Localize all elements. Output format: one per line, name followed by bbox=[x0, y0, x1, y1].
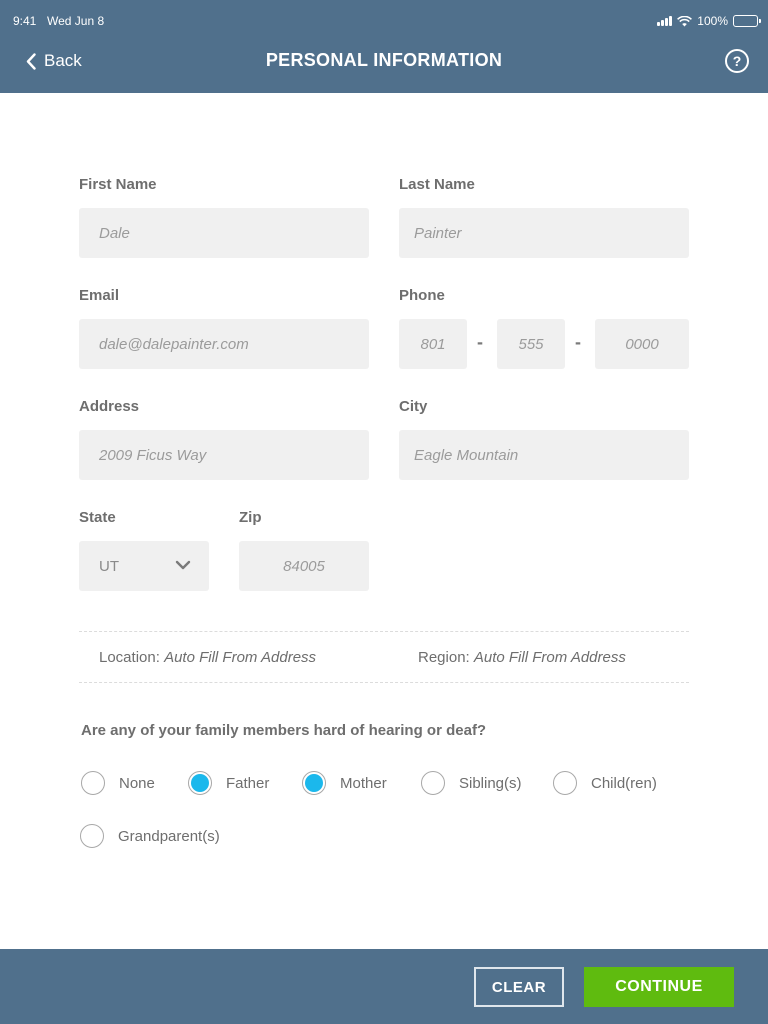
chevron-down-icon bbox=[175, 560, 191, 570]
state-select[interactable]: UT bbox=[79, 541, 209, 591]
radio-mother[interactable]: Mother bbox=[302, 771, 387, 795]
autofill-section: Location: Auto Fill From Address Region:… bbox=[79, 631, 689, 683]
address-label: Address bbox=[79, 398, 140, 415]
location-readout: Location: Auto Fill From Address bbox=[99, 649, 316, 666]
radio-circle bbox=[553, 771, 577, 795]
state-label: State bbox=[79, 509, 116, 526]
phone-prefix-placeholder: 555 bbox=[518, 335, 544, 353]
first-name-input[interactable]: Dale bbox=[79, 208, 369, 258]
zip-label: Zip bbox=[239, 509, 262, 526]
region-label: Region: bbox=[418, 649, 470, 666]
address-placeholder: 2009 Ficus Way bbox=[99, 446, 207, 464]
phone-area-placeholder: 801 bbox=[420, 335, 446, 353]
phone-prefix-input[interactable]: 555 bbox=[497, 319, 565, 369]
status-time: 9:41 bbox=[13, 14, 37, 28]
help-button[interactable]: ? bbox=[725, 49, 749, 73]
region-value: Auto Fill From Address bbox=[473, 649, 626, 666]
phone-line-input[interactable]: 0000 bbox=[595, 319, 689, 369]
state-value: UT bbox=[99, 557, 119, 575]
family-question: Are any of your family members hard of h… bbox=[81, 722, 487, 739]
zip-placeholder: 84005 bbox=[283, 557, 325, 575]
last-name-placeholder: Painter bbox=[414, 224, 462, 242]
region-readout: Region: Auto Fill From Address bbox=[418, 649, 626, 666]
radio-grandparents[interactable]: Grandparent(s) bbox=[80, 824, 220, 848]
radio-circle-checked bbox=[302, 771, 326, 795]
radio-circle-checked bbox=[188, 771, 212, 795]
first-name-placeholder: Dale bbox=[99, 224, 130, 242]
status-bar: 9:41 Wed Jun 8 100% bbox=[13, 14, 761, 30]
radio-label: Child(ren) bbox=[591, 774, 657, 792]
page-title: PERSONAL INFORMATION bbox=[265, 50, 503, 70]
radio-none[interactable]: None bbox=[81, 771, 155, 795]
footer-bar: CLEAR CONTINUE bbox=[0, 949, 768, 1024]
radio-father[interactable]: Father bbox=[188, 771, 269, 795]
continue-button[interactable]: CONTINUE bbox=[584, 967, 734, 1007]
phone-line-placeholder: 0000 bbox=[625, 335, 659, 353]
radio-children[interactable]: Child(ren) bbox=[553, 771, 657, 795]
last-name-label: Last Name bbox=[399, 176, 475, 193]
zip-input[interactable]: 84005 bbox=[239, 541, 369, 591]
radio-circle bbox=[80, 824, 104, 848]
battery-percent: 100% bbox=[697, 14, 728, 28]
first-name-label: First Name bbox=[79, 176, 157, 193]
clear-button[interactable]: CLEAR bbox=[474, 967, 564, 1007]
email-input[interactable]: dale@dalepainter.com bbox=[79, 319, 369, 369]
email-placeholder: dale@dalepainter.com bbox=[99, 335, 249, 353]
radio-label: None bbox=[119, 774, 155, 792]
radio-label: Grandparent(s) bbox=[118, 827, 220, 845]
wifi-icon bbox=[677, 15, 693, 26]
status-date: Wed Jun 8 bbox=[47, 14, 105, 28]
radio-circle bbox=[421, 771, 445, 795]
phone-area-input[interactable]: 801 bbox=[399, 319, 467, 369]
phone-label: Phone bbox=[399, 287, 445, 304]
radio-label: Father bbox=[226, 774, 270, 792]
email-label: Email bbox=[79, 287, 120, 304]
radio-siblings[interactable]: Sibling(s) bbox=[421, 771, 522, 795]
cellular-signal-icon bbox=[657, 16, 673, 26]
radio-label: Mother bbox=[340, 774, 387, 792]
location-label: Location: bbox=[99, 649, 160, 666]
status-right: 100% bbox=[657, 14, 761, 28]
radio-circle bbox=[81, 771, 105, 795]
phone-separator: - bbox=[477, 332, 483, 352]
question-mark-icon: ? bbox=[732, 53, 742, 69]
location-value: Auto Fill From Address bbox=[164, 649, 317, 666]
phone-separator: - bbox=[575, 332, 581, 352]
header-bar: 9:41 Wed Jun 8 100% Back PERSONAL INFORM… bbox=[0, 0, 768, 93]
address-input[interactable]: 2009 Ficus Way bbox=[79, 430, 369, 480]
city-label: City bbox=[399, 398, 428, 415]
radio-label: Sibling(s) bbox=[459, 774, 522, 792]
battery-icon bbox=[733, 15, 761, 27]
city-placeholder: Eagle Mountain bbox=[414, 446, 519, 464]
last-name-input[interactable]: Painter bbox=[399, 208, 689, 258]
city-input[interactable]: Eagle Mountain bbox=[399, 430, 689, 480]
